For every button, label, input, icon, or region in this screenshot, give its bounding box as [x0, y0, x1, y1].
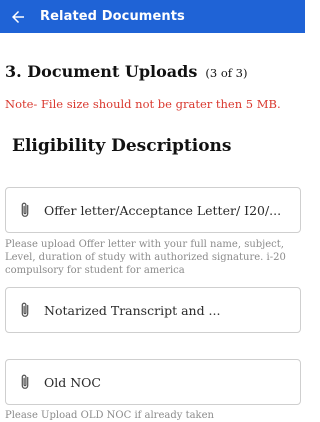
page-title: Related Documents [40, 9, 185, 24]
back-button[interactable] [0, 0, 36, 33]
step-counter: (3 of 3) [205, 66, 248, 80]
paperclip-icon [6, 373, 44, 391]
upload-offer-letter-help: Please upload Offer letter with your ful… [5, 239, 286, 276]
upload-label: Offer letter/Acceptance Letter/ I20/... [44, 202, 282, 218]
section-title: 3. Document Uploads [5, 62, 198, 81]
upload-old-noc-help: Please Upload OLD NOC if already taken [5, 410, 214, 421]
upload-old-noc-field[interactable]: Old NOC [5, 359, 301, 405]
arrow-left-icon [12, 10, 24, 23]
eligibility-heading: Eligibility Descriptions [12, 136, 232, 156]
paperclip-icon [6, 201, 44, 219]
paperclip-icon [6, 301, 44, 319]
upload-label: Old NOC [44, 374, 101, 390]
section-heading: 3. Document Uploads (3 of 3) [5, 62, 247, 81]
upload-label: Notarized Transcript and ... [44, 302, 221, 318]
upload-transcript-field[interactable]: Notarized Transcript and ... [5, 287, 301, 333]
file-size-note: Note- File size should not be grater the… [5, 97, 281, 111]
upload-offer-letter-field[interactable]: Offer letter/Acceptance Letter/ I20/... [5, 187, 301, 233]
app-bar: Related Documents [0, 0, 305, 33]
